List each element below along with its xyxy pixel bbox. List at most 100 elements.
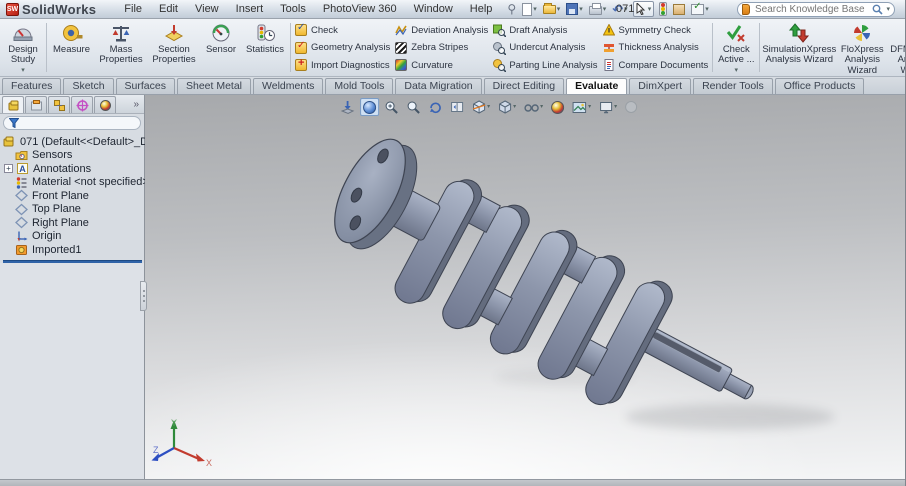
menu-edit[interactable]: Edit xyxy=(159,3,178,15)
display-manager-icon xyxy=(99,99,111,111)
dfmxpress-icon xyxy=(904,22,905,44)
open-button[interactable]: ▾ xyxy=(542,1,562,17)
parting-line-analysis-button[interactable]: Parting Line Analysis xyxy=(493,57,598,74)
print-button[interactable]: ▾ xyxy=(588,1,608,17)
draft-analysis-icon xyxy=(493,24,507,37)
tree-item-root[interactable]: 071 (Default<<Default>_Display xyxy=(3,135,176,149)
search-dropdown-icon[interactable]: ▾ xyxy=(886,6,890,13)
curvature-button[interactable]: Curvature xyxy=(395,57,488,74)
geometry-analysis-button[interactable]: Geometry Analysis xyxy=(295,39,390,56)
tab-dimxpert[interactable]: DimXpert xyxy=(629,78,692,94)
panel-splitter-handle[interactable] xyxy=(140,281,147,311)
section-properties-button[interactable]: Section Properties xyxy=(148,20,200,75)
save-button[interactable]: ▾ xyxy=(565,1,584,17)
simulationxpress-wizard-button[interactable]: SimulationXpress Analysis Wizard xyxy=(762,20,836,75)
tab-data-migration[interactable]: Data Migration xyxy=(395,78,482,94)
panel-tabs-overflow[interactable]: » xyxy=(133,99,142,110)
new-document-icon xyxy=(522,2,533,16)
display-manager-tab[interactable] xyxy=(94,96,116,113)
tab-evaluate[interactable]: Evaluate xyxy=(566,78,628,94)
menu-pin-icon[interactable]: ⚲ xyxy=(506,1,517,17)
select-button[interactable]: ▾ xyxy=(632,1,655,17)
feature-tree-tab[interactable] xyxy=(2,96,24,113)
new-document-button[interactable]: ▾ xyxy=(521,1,538,17)
search-input[interactable] xyxy=(753,3,870,16)
draft-analysis-button[interactable]: Draft Analysis xyxy=(493,22,597,39)
feature-tree-filter[interactable] xyxy=(3,116,141,130)
undercut-analysis-button[interactable]: Undercut Analysis xyxy=(493,39,597,56)
annotations-icon: A xyxy=(16,162,29,175)
ribbon-draft-column: Draft Analysis Undercut Analysis Parting… xyxy=(491,20,599,75)
menu-photoview360[interactable]: PhotoView 360 xyxy=(323,3,397,15)
menu-tools[interactable]: Tools xyxy=(280,3,306,15)
expand-icon[interactable]: + xyxy=(4,164,13,174)
deviation-analysis-button[interactable]: Deviation Analysis xyxy=(395,22,488,39)
check-button[interactable]: Check xyxy=(295,22,390,39)
tree-item-sensors[interactable]: Sensors xyxy=(3,149,142,163)
property-manager-tab[interactable] xyxy=(25,96,47,113)
tab-features[interactable]: Features xyxy=(2,78,62,94)
tab-mold-tools[interactable]: Mold Tools xyxy=(325,78,394,94)
menu-view[interactable]: View xyxy=(195,3,219,15)
thickness-analysis-button[interactable]: Thickness Analysis xyxy=(603,39,709,56)
file-properties-button[interactable] xyxy=(672,1,686,17)
material-icon xyxy=(15,176,28,189)
tab-direct-editing[interactable]: Direct Editing xyxy=(483,78,565,94)
tab-surfaces[interactable]: Surfaces xyxy=(115,78,175,94)
menu-insert[interactable]: Insert xyxy=(236,3,264,15)
tree-item-right-plane[interactable]: Right Plane xyxy=(3,216,142,230)
solidworks-logo: SW SolidWorks xyxy=(0,2,102,17)
menu-file[interactable]: File xyxy=(124,3,142,15)
menu-help[interactable]: Help xyxy=(470,3,493,15)
floxpress-icon xyxy=(851,22,873,44)
tree-item-imported1[interactable]: Imported1 xyxy=(3,243,142,257)
design-study-button[interactable]: Design Study ▾ xyxy=(2,20,44,75)
dfmxpress-wizard-button[interactable]: DFMXpress Analysis Wizard xyxy=(888,20,905,75)
select-cursor-icon xyxy=(636,3,645,15)
check-active-button[interactable]: Check Active ... ▾ xyxy=(715,20,757,75)
plane-icon xyxy=(15,203,28,216)
symmetry-check-button[interactable]: Symmetry Check xyxy=(602,22,709,39)
configuration-manager-icon xyxy=(53,99,65,111)
feature-tree-filter-input[interactable] xyxy=(22,116,135,130)
search-box[interactable]: ▾ xyxy=(737,2,895,17)
origin-icon xyxy=(15,230,28,243)
tree-item-top-plane[interactable]: Top Plane xyxy=(3,203,142,217)
options-button[interactable]: ▾ xyxy=(690,1,710,17)
measure-icon xyxy=(61,22,83,44)
zebra-stripes-button[interactable]: Zebra Stripes xyxy=(395,39,488,56)
sensor-button[interactable]: Sensor xyxy=(201,20,241,75)
measure-button[interactable]: Measure xyxy=(49,20,94,75)
ribbon-check-column: Check Geometry Analysis Import Diagnosti… xyxy=(293,20,392,75)
rebuild-traffic-light-icon xyxy=(659,2,668,16)
zebra-stripes-icon xyxy=(395,41,408,54)
tab-weldments[interactable]: Weldments xyxy=(253,78,324,94)
tab-office-products[interactable]: Office Products xyxy=(774,78,865,94)
menu-window[interactable]: Window xyxy=(414,3,453,15)
tab-sheet-metal[interactable]: Sheet Metal xyxy=(176,78,252,94)
import-diagnostics-button[interactable]: Import Diagnostics xyxy=(295,57,390,74)
parting-line-analysis-icon xyxy=(493,59,507,72)
part-icon xyxy=(8,100,18,110)
model-shadow xyxy=(625,404,835,430)
floxpress-wizard-button[interactable]: FloXpress Analysis Wizard xyxy=(837,20,887,75)
import-diagnostics-icon xyxy=(295,57,307,71)
file-properties-icon xyxy=(673,3,686,15)
part-icon xyxy=(3,135,16,148)
configuration-manager-tab[interactable] xyxy=(48,96,70,113)
compare-documents-button[interactable]: Compare Documents xyxy=(603,57,708,74)
tree-item-material[interactable]: Material <not specified> xyxy=(3,176,149,190)
rebuild-button[interactable] xyxy=(658,1,668,17)
tree-item-origin[interactable]: Origin xyxy=(3,230,142,244)
tab-render-tools[interactable]: Render Tools xyxy=(693,78,773,94)
tree-item-front-plane[interactable]: Front Plane xyxy=(3,189,142,203)
mass-properties-button[interactable]: Mass Properties xyxy=(95,20,147,75)
dimxpert-manager-tab[interactable] xyxy=(71,96,93,113)
tree-item-annotations[interactable]: + A Annotations xyxy=(3,162,142,176)
crankshaft-model[interactable] xyxy=(145,95,905,479)
solidworks-cube-icon: SW xyxy=(6,2,19,16)
tab-sketch[interactable]: Sketch xyxy=(63,78,114,94)
sensor-icon xyxy=(210,22,232,44)
3d-viewport[interactable]: ▾ ▾ ▾ ▾ ▾ Y X Z xyxy=(145,95,905,479)
statistics-button[interactable]: Statistics xyxy=(242,20,288,75)
